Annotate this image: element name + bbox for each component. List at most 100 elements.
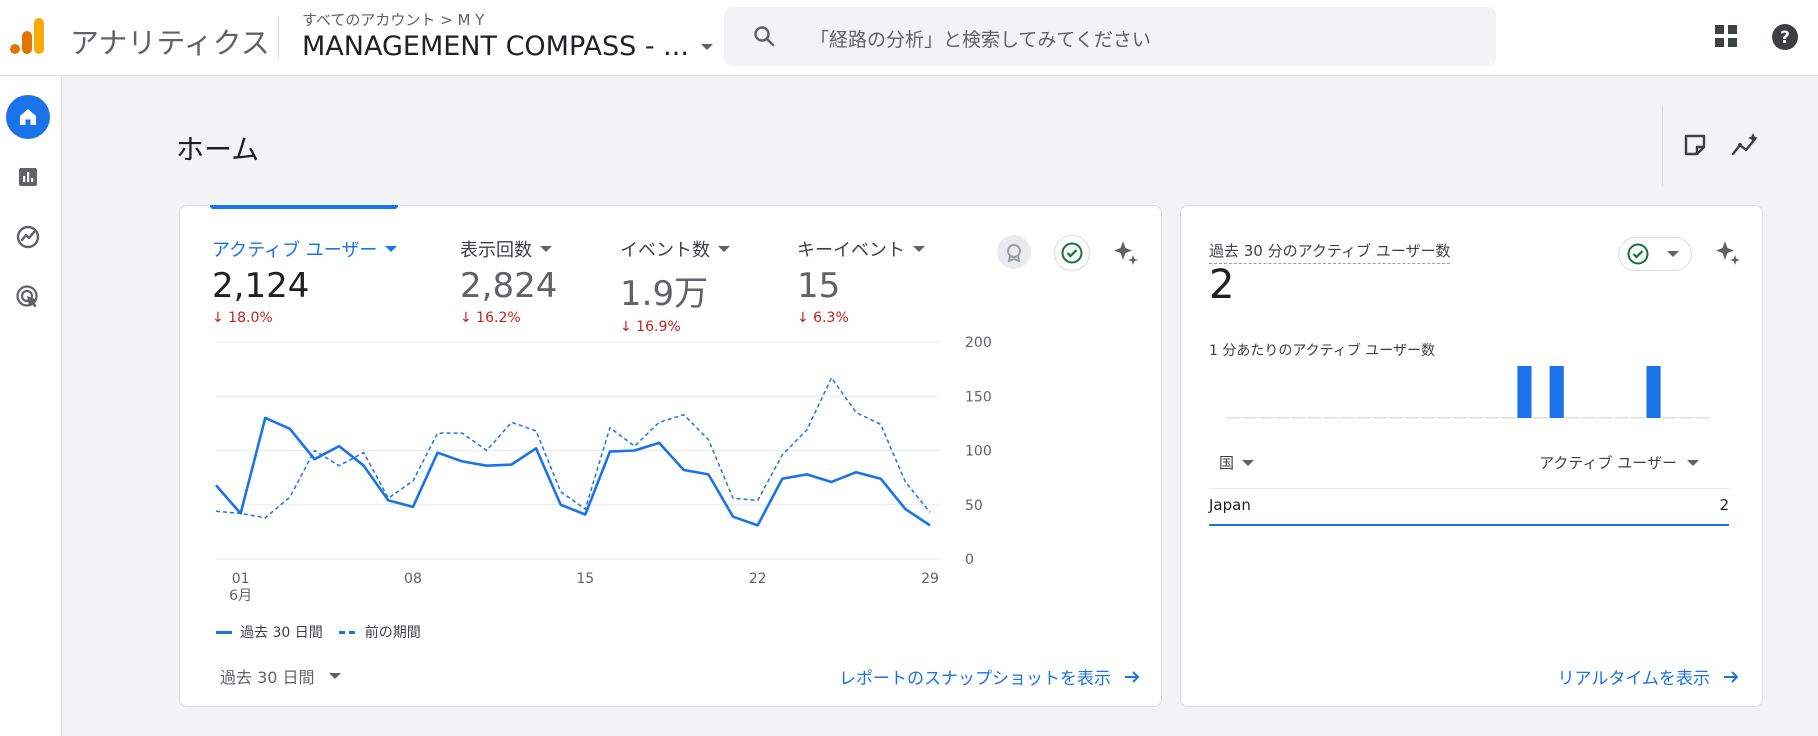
legend-previous: 前の期間 (364, 625, 421, 641)
help-icon[interactable]: ? (1771, 23, 1799, 55)
metric-tab-events[interactable]: イベント数 1.9万 ↓ 16.9% (620, 236, 730, 335)
chevron-down-icon (913, 246, 925, 252)
navigation-rail (0, 76, 62, 736)
y-tick-label: 50 (965, 498, 983, 514)
chevron-down-icon (1242, 459, 1255, 466)
chevron-down-icon (328, 673, 341, 679)
insights-icon[interactable] (1731, 132, 1761, 162)
explore-icon[interactable] (6, 215, 50, 259)
check-status-icon[interactable] (1054, 235, 1090, 271)
minute-bar (1517, 366, 1532, 418)
country-column-header[interactable]: 国 (1219, 452, 1255, 473)
advertising-icon[interactable] (6, 275, 50, 319)
realtime-card: 過去 30 分のアクティブ ユーザー数 2 1 分あたりのアクティブ ユーザー数… (1180, 205, 1763, 707)
users-cell: 2 (1719, 496, 1729, 514)
view-snapshot-link[interactable]: レポートのスナップショットを表示 (839, 664, 1141, 689)
search-input[interactable]: 「経路の分析」と検索してみてください (810, 25, 1151, 52)
x-month-label: 6月 (229, 588, 252, 604)
minute-bar-empty (1533, 417, 1548, 419)
svg-text:?: ? (1780, 28, 1790, 48)
minute-bar-empty (1436, 417, 1451, 419)
metric-value: 1.9万 (620, 274, 709, 314)
minute-bar-empty (1485, 417, 1500, 419)
metric-label: イベント数 (620, 240, 710, 261)
legend-current: 過去 30 日間 (240, 625, 323, 641)
metric-change: ↓ 6.3% (797, 310, 849, 326)
minute-bar-empty (1404, 417, 1419, 419)
legend-swatch-solid (216, 630, 232, 634)
metric-tab-key-events[interactable]: キーイベント 15 ↓ 6.3% (797, 236, 925, 326)
reports-icon[interactable] (6, 155, 50, 199)
previous-period-line (215, 377, 931, 519)
minute-bar-empty (1678, 417, 1693, 419)
breadcrumb[interactable]: すべてのアカウント > M Y (302, 9, 484, 30)
search-box[interactable]: 「経路の分析」と検索してみてください (724, 7, 1496, 66)
chevron-down-icon (700, 43, 713, 50)
view-realtime-label: リアルタイムを表示 (1557, 669, 1711, 689)
minute-bar-empty (1323, 417, 1338, 419)
page-title: ホーム (176, 133, 260, 166)
chevron-down-icon (1687, 459, 1699, 466)
realtime-status-dropdown[interactable] (1618, 237, 1692, 271)
minute-bar-empty (1372, 417, 1387, 419)
divider (1662, 106, 1663, 186)
y-tick-label: 0 (965, 552, 974, 568)
metric-change: ↓ 18.0% (212, 310, 273, 326)
metric-label: 表示回数 (460, 240, 532, 261)
selected-tab-indicator (210, 205, 398, 209)
notes-icon[interactable] (1682, 132, 1708, 162)
minute-bar-empty (1243, 417, 1258, 419)
line-chart: 0 50 100 150 200 016月 08 15 22 29 (215, 335, 992, 604)
chevron-down-icon (718, 246, 730, 252)
home-icon[interactable] (6, 95, 50, 139)
realtime-subtitle: 1 分あたりのアクティブ ユーザー数 (1209, 343, 1435, 359)
analytics-logo-icon[interactable] (10, 18, 46, 58)
x-tick-label: 08 (404, 571, 422, 587)
minute-bar-empty (1307, 417, 1322, 419)
minute-bar-empty (1339, 417, 1355, 419)
minute-bar-empty (1291, 417, 1306, 419)
property-selector[interactable]: MANAGEMENT COMPASS - ... (302, 31, 713, 62)
summary-card: アクティブ ユーザー 2,124 ↓ 18.0% 表示回数 2,824 ↓ 16… (179, 205, 1162, 707)
metric-tab-active-users[interactable]: アクティブ ユーザー 2,124 ↓ 18.0% (212, 236, 398, 326)
top-bar: アナリティクス すべてのアカウント > M Y MANAGEMENT COMPA… (0, 0, 1818, 76)
minute-bar-empty (1452, 417, 1467, 419)
table-row[interactable]: Japan 2 (1209, 488, 1729, 526)
minute-bar-empty (1356, 417, 1371, 419)
realtime-value: 2 (1209, 262, 1235, 308)
realtime-title[interactable]: 過去 30 分のアクティブ ユーザー数 (1209, 240, 1451, 264)
metric-label: キーイベント (797, 240, 905, 261)
view-snapshot-label: レポートのスナップショットを表示 (839, 669, 1111, 689)
y-tick-label: 200 (965, 335, 992, 351)
metric-value: 2,124 (212, 266, 310, 306)
metric-label: アクティブ ユーザー (212, 240, 378, 261)
minute-bar-chart (1227, 366, 1709, 419)
chevron-down-icon (385, 246, 398, 252)
property-name: MANAGEMENT COMPASS - ... (302, 31, 689, 62)
date-range-selector[interactable]: 過去 30 日間 (220, 664, 341, 688)
current-period-line (215, 416, 931, 527)
minute-bar (1646, 366, 1661, 418)
y-tick-label: 150 (965, 389, 992, 405)
sparkle-icon[interactable] (1713, 238, 1743, 272)
chevron-down-icon (540, 246, 552, 252)
minute-bar-empty (1469, 417, 1484, 419)
award-icon[interactable] (997, 235, 1031, 269)
minute-bar-empty (1275, 417, 1290, 419)
minute-bar-empty (1662, 417, 1677, 419)
chart-legend: 過去 30 日間 前の期間 (216, 622, 421, 642)
minute-bar-empty (1598, 417, 1613, 419)
date-range-label: 過去 30 日間 (220, 668, 315, 687)
view-realtime-link[interactable]: リアルタイムを表示 (1558, 664, 1741, 689)
sparkle-icon[interactable] (1111, 238, 1141, 272)
minute-bar-empty (1388, 417, 1403, 419)
minute-bar-empty (1630, 417, 1645, 419)
apps-grid-icon[interactable] (1714, 24, 1738, 52)
minute-bar-empty (1694, 417, 1709, 419)
search-icon (752, 24, 776, 52)
minute-bar (1549, 366, 1564, 418)
metric-tab-views[interactable]: 表示回数 2,824 ↓ 16.2% (460, 236, 557, 326)
check-status-icon (1627, 243, 1649, 265)
users-column-header[interactable]: アクティブ ユーザー (1539, 452, 1699, 473)
minute-bar-empty (1501, 417, 1516, 419)
